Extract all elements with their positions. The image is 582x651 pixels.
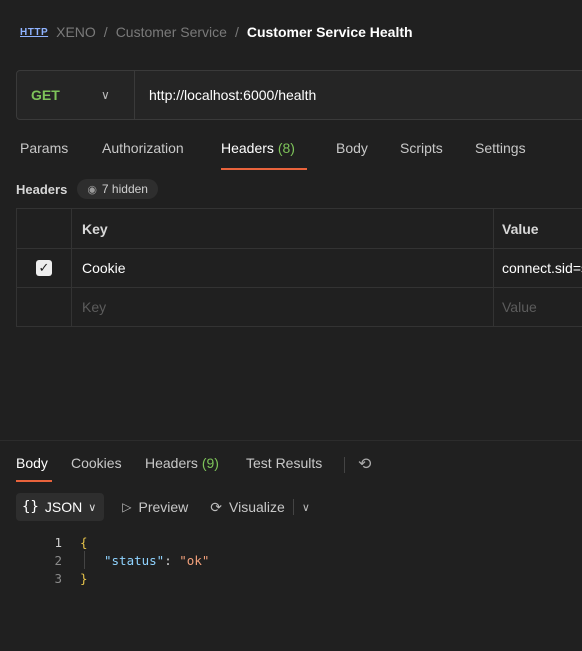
chevron-down-icon: ∨ — [88, 501, 97, 514]
line-number: 1 — [54, 534, 62, 550]
response-tab-cookies[interactable]: Cookies — [71, 455, 122, 471]
method-select[interactable]: GET ∨ — [17, 71, 135, 119]
row-checkbox-cell — [17, 287, 72, 326]
breadcrumb-request-name[interactable]: Customer Service Health — [247, 24, 413, 40]
row-checkbox-cell: ✓ — [17, 248, 72, 287]
tab-body[interactable]: Body — [336, 140, 368, 156]
line-number: 3 — [54, 570, 62, 586]
breadcrumb-separator: / — [103, 24, 108, 40]
json-entry: "status": "ok" — [104, 553, 209, 568]
visualize-button[interactable]: ⟳ Visualize — [210, 499, 285, 516]
breadcrumb-workspace[interactable]: XENO — [56, 24, 96, 40]
method-label: GET — [31, 87, 60, 103]
checkbox-column-header — [17, 209, 72, 248]
headers-table: Key Value ✓ Cookie connect.sid=s Key Val… — [16, 208, 582, 327]
header-enabled-checkbox[interactable]: ✓ — [36, 259, 52, 276]
toolbar-divider — [344, 457, 345, 473]
header-value-cell[interactable]: connect.sid=s — [494, 248, 582, 287]
eye-icon: ◉ — [87, 183, 97, 196]
json-open-brace: { — [80, 534, 88, 550]
tab-authorization[interactable]: Authorization — [102, 140, 184, 156]
hidden-headers-label: 7 hidden — [101, 182, 148, 196]
tab-settings[interactable]: Settings — [475, 140, 526, 156]
history-icon[interactable]: ⟲ — [358, 454, 371, 474]
new-header-value-input[interactable]: Value — [494, 287, 582, 326]
column-header-value: Value — [502, 220, 539, 237]
active-tab-indicator — [221, 168, 307, 170]
tab-headers[interactable]: Headers (8) — [221, 140, 295, 156]
new-header-key-input[interactable]: Key — [72, 287, 494, 326]
response-tab-headers-label: Headers — [145, 455, 198, 471]
headers-section-header: Headers ◉ 7 hidden — [16, 178, 158, 200]
tab-headers-label: Headers — [221, 140, 274, 156]
json-value: "ok" — [179, 552, 210, 568]
pane-divider[interactable] — [0, 440, 582, 441]
table-row-empty: Key Value — [17, 287, 582, 327]
response-tab-body[interactable]: Body — [16, 455, 48, 471]
tab-params[interactable]: Params — [20, 140, 68, 156]
table-row: ✓ Cookie connect.sid=s — [17, 248, 582, 288]
table-header-row: Key Value — [17, 209, 582, 249]
format-label: JSON — [44, 499, 83, 515]
response-tab-test-results[interactable]: Test Results — [246, 455, 322, 471]
response-format-toolbar: {} JSON ∨ ▷ Preview ⟳ Visualize ∨ — [16, 493, 310, 521]
hidden-headers-toggle[interactable]: ◉ 7 hidden — [77, 179, 158, 199]
headers-section-label: Headers — [16, 181, 68, 197]
json-key: "status" — [104, 552, 165, 568]
url-input[interactable]: http://localhost:6000/health — [135, 87, 316, 103]
json-colon: : — [164, 552, 180, 568]
tab-headers-count: (8) — [277, 140, 295, 156]
toolbar-divider — [292, 499, 294, 515]
visualize-label: Visualize — [229, 499, 285, 515]
active-response-tab-indicator — [16, 480, 52, 482]
indent-guide — [84, 551, 85, 569]
braces-icon: {} — [22, 499, 39, 515]
chevron-down-icon[interactable]: ∨ — [302, 501, 310, 514]
column-header-key: Key — [72, 209, 494, 248]
format-select[interactable]: {} JSON ∨ — [16, 493, 105, 521]
line-number: 2 — [54, 552, 62, 568]
breadcrumb-collection[interactable]: Customer Service — [116, 24, 227, 40]
visualize-icon: ⟳ — [210, 498, 223, 515]
response-tabs: Body Cookies Headers (9) Test Results ⟲ — [0, 452, 582, 482]
tab-scripts[interactable]: Scripts — [400, 140, 443, 156]
request-tabs: Params Authorization Headers (8) Body Sc… — [0, 140, 582, 172]
header-key-cell[interactable]: Cookie — [72, 248, 494, 287]
response-tab-headers-count: (9) — [201, 455, 219, 471]
breadcrumb: HTTP XENO / Customer Service / Customer … — [20, 22, 413, 42]
response-tab-headers[interactable]: Headers (9) — [145, 455, 219, 471]
play-icon: ▷ — [122, 500, 132, 514]
http-icon: HTTP — [20, 26, 49, 38]
preview-button[interactable]: ▷ Preview — [122, 499, 188, 515]
preview-label: Preview — [138, 499, 189, 515]
request-bar: GET ∨ http://localhost:6000/health — [16, 70, 582, 120]
json-close-brace: } — [80, 570, 88, 586]
breadcrumb-separator: / — [234, 24, 239, 40]
chevron-down-icon: ∨ — [101, 88, 110, 102]
